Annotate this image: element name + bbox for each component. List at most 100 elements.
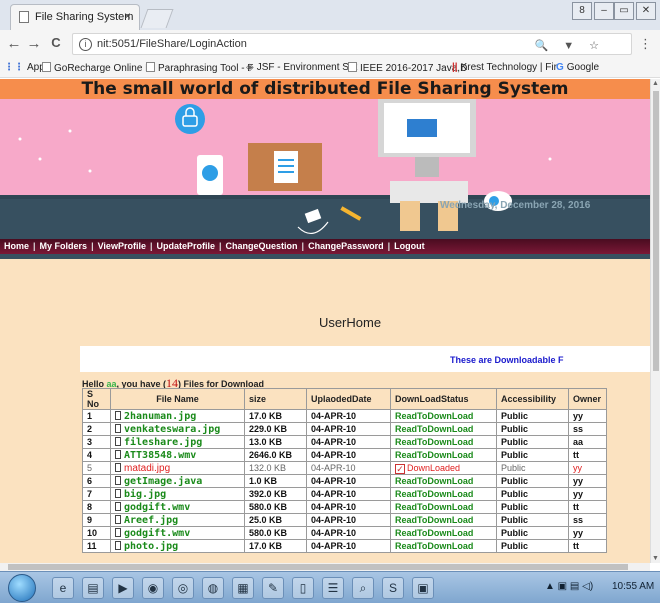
cell-file-name[interactable]: photo.jpg <box>110 539 245 553</box>
cell-file-name[interactable]: 2hanuman.jpg <box>110 409 245 423</box>
horizontal-scrollbar[interactable] <box>0 563 650 571</box>
scroll-thumb[interactable] <box>8 564 628 570</box>
start-button[interactable] <box>8 574 36 602</box>
file-name-link[interactable]: photo.jpg <box>124 541 178 552</box>
status-link[interactable]: ReadToDownLoad <box>395 541 473 551</box>
bookmark-gorecharge[interactable]: GoRecharge Online P <box>42 62 152 74</box>
back-button[interactable]: ← <box>6 35 22 52</box>
bookmark-paraphrasing[interactable]: Paraphrasing Tool - F <box>146 62 253 74</box>
page-heading: UserHome <box>318 315 382 330</box>
file-name-link[interactable]: venkateswara.jpg <box>124 424 220 435</box>
cell-download-status[interactable]: ReadToDownLoad <box>390 448 497 462</box>
cell-file-name[interactable]: Areef.jpg <box>110 513 245 527</box>
cell-download-status[interactable]: ✓ DownLoaded <box>390 461 497 475</box>
nav-my-folders[interactable]: My Folders <box>36 241 92 251</box>
file-name-link[interactable]: getImage.java <box>124 476 202 487</box>
scroll-up-icon[interactable]: ▲ <box>652 80 659 87</box>
status-link[interactable]: ReadToDownLoad <box>395 476 473 486</box>
file-name-link[interactable]: godgift.wmv <box>124 502 190 513</box>
col-owner: Owner <box>568 388 607 410</box>
window-icon[interactable]: ▣ <box>412 577 434 599</box>
cell-file-name[interactable]: venkateswara.jpg <box>110 422 245 436</box>
scroll-thumb[interactable] <box>653 91 659 371</box>
maximize-button[interactable]: ▭ <box>614 2 634 20</box>
status-link[interactable]: ReadToDownLoad <box>395 502 473 512</box>
nav-update-profile[interactable]: UpdateProfile <box>152 241 219 251</box>
bookmark-krest[interactable]: || Krest Technology | Fir <box>452 62 557 73</box>
search-icon[interactable]: ⌕ <box>352 577 374 599</box>
minimize-button[interactable]: – <box>594 2 614 20</box>
status-link[interactable]: ReadToDownLoad <box>395 450 473 460</box>
info-icon[interactable]: i <box>79 38 92 51</box>
close-window-button[interactable]: ✕ <box>636 2 656 20</box>
file-name-link[interactable]: fileshare.jpg <box>124 437 202 448</box>
status-link[interactable]: ReadToDownLoad <box>395 515 473 525</box>
explorer-icon[interactable]: ▤ <box>82 577 104 599</box>
vertical-scrollbar[interactable]: ▲ ▼ <box>650 79 660 563</box>
file-name-link[interactable]: ATT38548.wmv <box>124 450 196 461</box>
status-link[interactable]: ReadToDownLoad <box>395 489 473 499</box>
virtualbox-icon[interactable]: ◍ <box>202 577 224 599</box>
user-icon[interactable]: 8 <box>572 2 592 20</box>
status-link[interactable]: ReadToDownLoad <box>395 411 473 421</box>
new-tab-button[interactable] <box>140 9 174 28</box>
status-link[interactable]: ReadToDownLoad <box>395 437 473 447</box>
skype-icon[interactable]: S <box>382 577 404 599</box>
cell-file-name[interactable]: godgift.wmv <box>110 526 245 540</box>
content-panel <box>80 346 650 372</box>
status-link[interactable]: ReadToDownLoad <box>395 424 473 434</box>
close-tab-icon[interactable]: × <box>124 9 131 23</box>
browser-tab[interactable]: File Sharing System × <box>10 4 140 30</box>
cell-download-status[interactable]: ReadToDownLoad <box>390 526 497 540</box>
file-name-link[interactable]: matadi.jpg <box>124 463 170 474</box>
chrome-icon[interactable]: ◎ <box>172 577 194 599</box>
menu-icon[interactable]: ⋮ <box>639 36 652 52</box>
media-player-icon[interactable]: ▶ <box>112 577 134 599</box>
file-name-link[interactable]: godgift.wmv <box>124 528 190 539</box>
system-tray[interactable]: ▲ ▣ ▤ ◁) <box>545 581 593 592</box>
clock[interactable]: 10:55 AM <box>612 581 654 592</box>
cell-download-status[interactable]: ReadToDownLoad <box>390 513 497 527</box>
omnibox-icons[interactable]: 🔍 ▼ ☆ <box>534 39 605 52</box>
text-icon[interactable]: ☰ <box>322 577 344 599</box>
nav-logout[interactable]: Logout <box>390 241 429 251</box>
file-name-link[interactable]: Areef.jpg <box>124 515 178 526</box>
app-icon[interactable]: ▦ <box>232 577 254 599</box>
cell-file-name[interactable]: godgift.wmv <box>110 500 245 514</box>
cell-download-status[interactable]: ReadToDownLoad <box>390 539 497 553</box>
cell-file-name[interactable]: big.jpg <box>110 487 245 501</box>
status-link[interactable]: DownLoaded <box>407 463 460 473</box>
cell-download-status[interactable]: ReadToDownLoad <box>390 422 497 436</box>
bookmark-jsf[interactable]: ◈ JSF - Environment Set <box>246 62 357 73</box>
notepad-icon[interactable]: ▯ <box>292 577 314 599</box>
status-link[interactable]: ReadToDownLoad <box>395 528 473 538</box>
file-name-link[interactable]: 2hanuman.jpg <box>124 411 196 422</box>
reload-button[interactable]: C <box>48 35 64 50</box>
nav-home[interactable]: Home <box>0 241 33 251</box>
ie-icon[interactable]: e <box>52 577 74 599</box>
url-text[interactable]: nit:5051/FileShare/LoginAction <box>97 38 247 50</box>
cell-download-status[interactable]: ReadToDownLoad <box>390 435 497 449</box>
cell-download-status[interactable]: ReadToDownLoad <box>390 409 497 423</box>
cell-download-status[interactable]: ReadToDownLoad <box>390 474 497 488</box>
nav-change-question[interactable]: ChangeQuestion <box>222 241 302 251</box>
cell-download-status[interactable]: ReadToDownLoad <box>390 500 497 514</box>
address-bar[interactable]: i nit:5051/FileShare/LoginAction 🔍 ▼ ☆ <box>72 33 632 55</box>
cell-download-status[interactable]: ReadToDownLoad <box>390 487 497 501</box>
cell-owner: tt <box>568 539 607 553</box>
bookmark-ieee[interactable]: IEEE 2016-2017 Java,D <box>348 62 467 74</box>
cell-file-name[interactable]: ATT38548.wmv <box>110 448 245 462</box>
paint-icon[interactable]: ✎ <box>262 577 284 599</box>
forward-button[interactable]: → <box>26 35 42 52</box>
cell-size: 580.0 KB <box>244 526 307 540</box>
bookmark-google[interactable]: G Google <box>556 62 599 73</box>
cell-file-name[interactable]: fileshare.jpg <box>110 435 245 449</box>
cell-file-name[interactable]: matadi.jpg <box>110 461 245 475</box>
nav-view-profile[interactable]: ViewProfile <box>94 241 150 251</box>
cell-file-name[interactable]: getImage.java <box>110 474 245 488</box>
scroll-down-icon[interactable]: ▼ <box>652 555 659 562</box>
file-name-link[interactable]: big.jpg <box>124 489 166 500</box>
nav-change-password[interactable]: ChangePassword <box>304 241 388 251</box>
cell-sno: 10 <box>82 526 111 540</box>
firefox-icon[interactable]: ◉ <box>142 577 164 599</box>
